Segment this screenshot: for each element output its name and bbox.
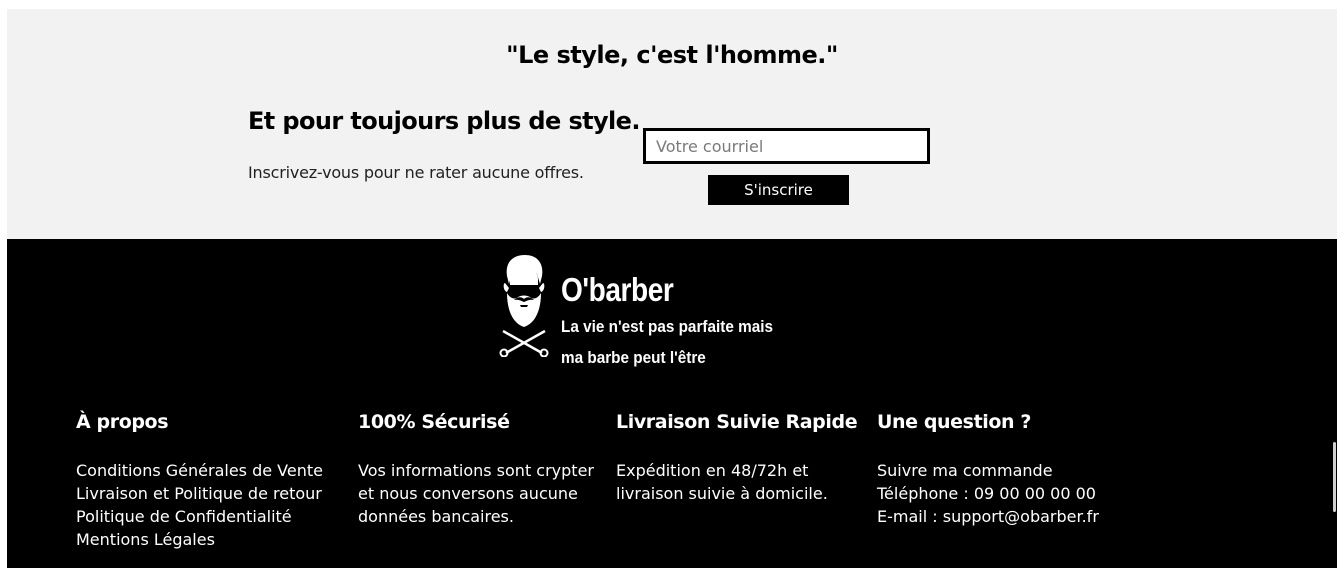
question-links: Suivre ma commande Téléphone : 09 00 00 … — [877, 459, 1137, 528]
footer-column-question: Une question ? Suivre ma commande Téléph… — [877, 411, 1137, 528]
newsletter-title: Et pour toujours plus de style. — [248, 107, 640, 135]
brand-tagline-line1: La vie n'est pas parfaite mais — [561, 317, 773, 336]
footer-column-secure: 100% Sécurisé Vos informations sont cryp… — [358, 411, 608, 528]
scrollbar-thumb[interactable] — [1333, 442, 1336, 512]
link-email[interactable]: E-mail : support@obarber.fr — [877, 507, 1099, 526]
link-privacy-policy[interactable]: Politique de Confidentialité — [76, 507, 292, 526]
footer-column-about: À propos Conditions Générales de Vente L… — [76, 411, 346, 551]
newsletter-subtitle: Inscrivez-vous pour ne rater aucune offr… — [248, 163, 584, 182]
newsletter-quote: "Le style, c'est l'homme." — [506, 41, 838, 69]
about-links: Conditions Générales de Vente Livraison … — [76, 459, 346, 551]
bearded-man-scissors-icon — [499, 255, 549, 357]
brand-name: O'barber — [561, 271, 674, 308]
link-track-order[interactable]: Suivre ma commande — [877, 461, 1053, 480]
delivery-text: Expédition en 48/72h et livraison suivie… — [616, 461, 828, 503]
link-shipping-returns[interactable]: Livraison et Politique de retour — [76, 484, 322, 503]
email-input[interactable] — [643, 128, 930, 164]
secure-title: 100% Sécurisé — [358, 411, 510, 433]
subscribe-button[interactable]: S'inscrire — [708, 175, 849, 205]
link-cgv[interactable]: Conditions Générales de Vente — [76, 461, 323, 480]
newsletter-section: "Le style, c'est l'homme." Et pour toujo… — [7, 9, 1337, 239]
link-phone[interactable]: Téléphone : 09 00 00 00 00 — [877, 484, 1096, 503]
question-title: Une question ? — [877, 411, 1031, 433]
brand-tagline-line2: ma barbe peut l'être — [561, 348, 706, 367]
site-footer: O'barber La vie n'est pas parfaite mais … — [7, 239, 1337, 568]
link-legal-notice[interactable]: Mentions Légales — [76, 530, 215, 549]
footer-column-delivery: Livraison Suivie Rapide Expédition en 48… — [616, 411, 871, 505]
delivery-title: Livraison Suivie Rapide — [616, 411, 858, 433]
about-title: À propos — [76, 411, 169, 433]
secure-text: Vos informations sont crypter et nous co… — [358, 461, 594, 526]
